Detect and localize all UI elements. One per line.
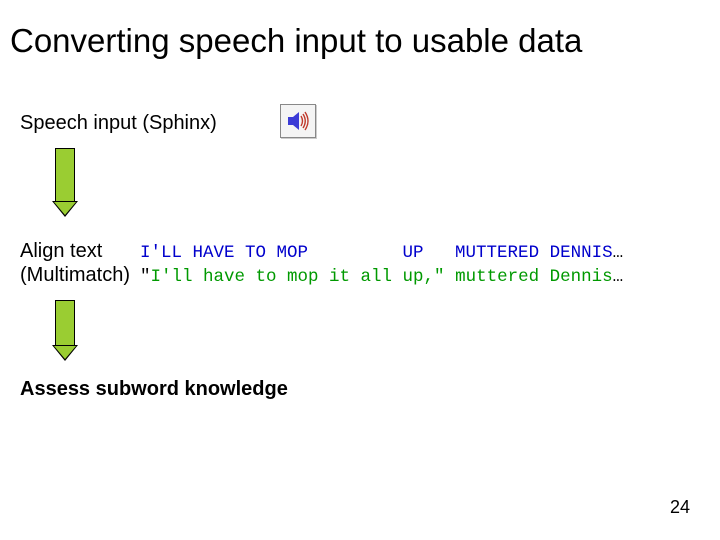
label-align-text: Align text	[20, 240, 102, 263]
speaker-icon[interactable]	[280, 104, 316, 138]
aligned-row-recognized: I'LL HAVE TO MOP UP MUTTERED DENNIS…	[140, 243, 623, 263]
aligned-r2-text: I'll have to mop it all up," muttered De…	[151, 267, 613, 287]
page-number: 24	[670, 497, 690, 518]
label-speech-input: Speech input (Sphinx)	[20, 112, 217, 135]
slide-title: Converting speech input to usable data	[10, 22, 582, 60]
label-assess-subword: Assess subword knowledge	[20, 378, 288, 401]
aligned-r2-post: …	[613, 267, 624, 287]
arrow-down-1	[52, 148, 78, 217]
arrow-down-2	[52, 300, 78, 361]
aligned-r1-text: I'LL HAVE TO MOP UP MUTTERED DENNIS	[140, 243, 613, 263]
label-multimatch: (Multimatch)	[20, 264, 130, 287]
aligned-r2-pre: "	[140, 267, 151, 287]
aligned-r1-post: …	[613, 243, 624, 263]
aligned-row-reference: "I'll have to mop it all up," muttered D…	[140, 267, 623, 287]
